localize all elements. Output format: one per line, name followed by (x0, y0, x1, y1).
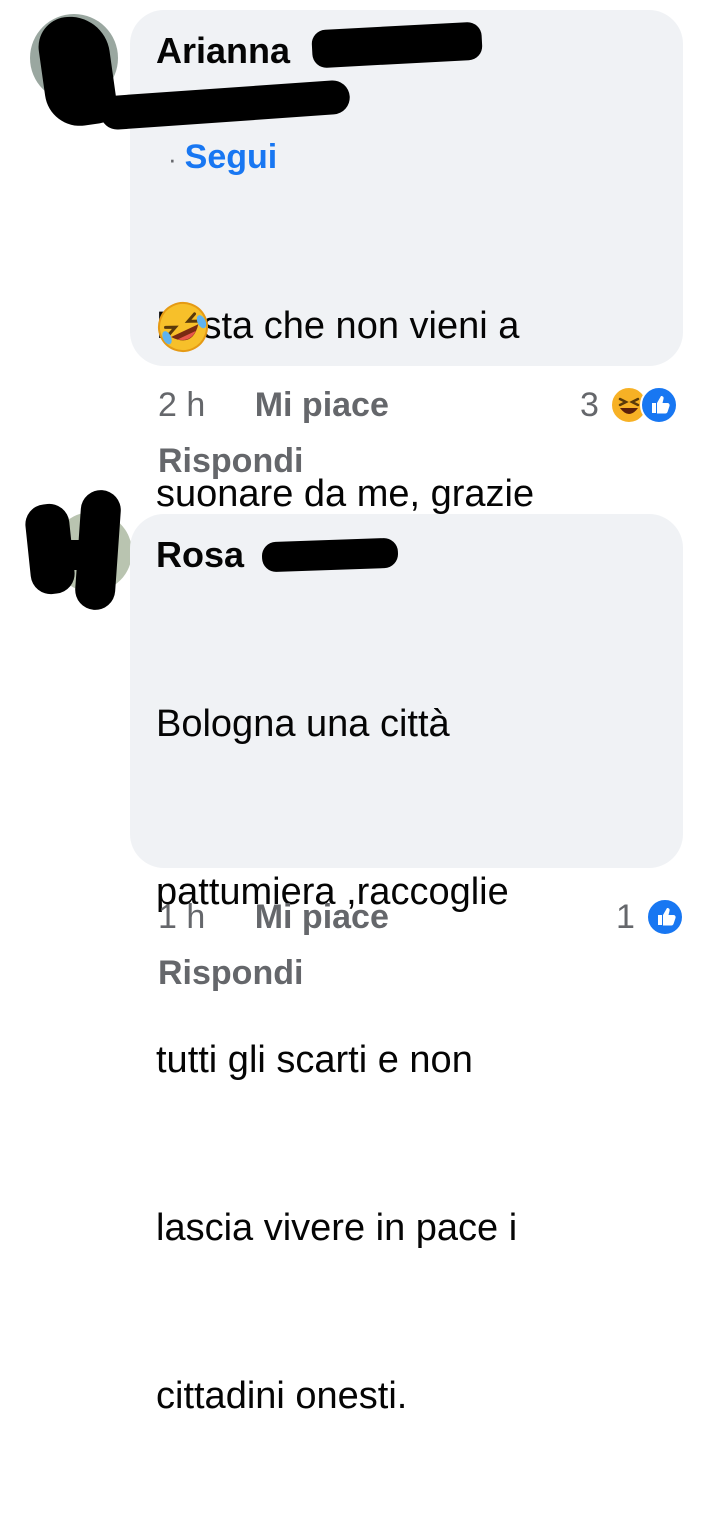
reaction-count: 3 (580, 386, 599, 424)
comment-arianna: Arianna · Segui Basta che non vieni a suo… (0, 0, 710, 515)
reaction-count: 1 (616, 898, 635, 936)
comment-text: Bologna una città pattumiera ,raccoglie … (156, 584, 517, 1536)
comment-line: Basta che non vieni a (156, 305, 520, 347)
comment-line: tutti gli scarti e non (156, 1039, 473, 1081)
reply-button[interactable]: Rispondi (158, 442, 303, 481)
like-icon (640, 386, 678, 424)
separator-dot: · (168, 144, 177, 174)
author-name[interactable]: Arianna (156, 30, 290, 72)
redacted-name (261, 537, 399, 573)
comment-line: Bologna una città (156, 703, 450, 745)
comment-actions: 2 h Mi piace (158, 386, 389, 425)
reaction-summary[interactable]: 1 (616, 896, 690, 936)
rolling-laughing-emoji-icon (156, 300, 210, 354)
like-icon (646, 898, 684, 936)
timestamp[interactable]: 2 h (158, 386, 205, 424)
like-button[interactable]: Mi piace (255, 898, 389, 936)
follow-label[interactable]: Segui (185, 138, 278, 176)
avatar[interactable] (22, 488, 132, 612)
comment-line: cittadini onesti. (156, 1375, 408, 1417)
like-button[interactable]: Mi piace (255, 386, 389, 424)
reaction-summary[interactable]: 3 (580, 384, 690, 424)
author-name[interactable]: Rosa (156, 534, 244, 576)
follow-link[interactable]: · Segui (168, 138, 277, 177)
comment-rosa: Rosa Bologna una città pattumiera ,racco… (0, 488, 710, 1417)
reply-button[interactable]: Rispondi (158, 954, 303, 993)
redaction-scribble (42, 540, 112, 570)
timestamp[interactable]: 1 h (158, 898, 205, 936)
comment-line: lascia vivere in pace i (156, 1207, 518, 1249)
comment-actions: 1 h Mi piace (158, 898, 389, 937)
